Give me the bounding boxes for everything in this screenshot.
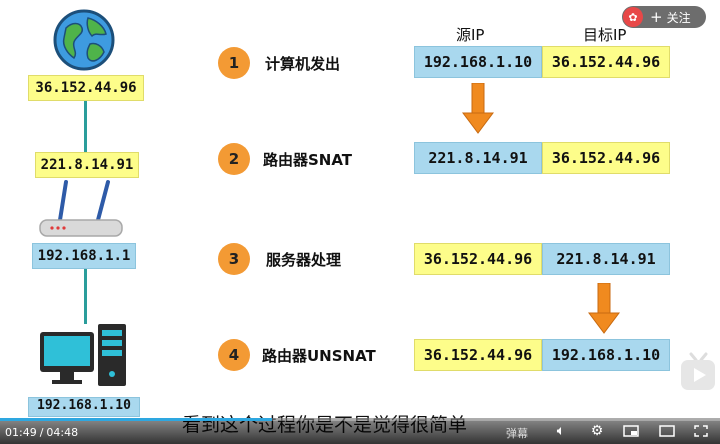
router-lan-ip-label: 192.168.1.1 — [32, 243, 136, 269]
router-wan-ip-label: 221.8.14.91 — [35, 152, 139, 178]
time-display: 01:49 / 04:48 — [5, 426, 78, 439]
header-src-ip: 源IP — [456, 26, 485, 44]
step-4-dst-ip: 192.168.1.10 — [542, 339, 670, 371]
current-time: 01:49 — [5, 426, 37, 439]
arrow-down-icon — [588, 283, 620, 334]
time-separator: / — [39, 426, 44, 439]
player-control-bar: 01:49 / 04:48 弹幕 🔈︎ ⚙︎ — [0, 418, 720, 444]
widescreen-icon[interactable] — [656, 420, 678, 442]
computer-icon — [40, 324, 126, 386]
step-2-src-ip: 221.8.14.91 — [414, 142, 542, 174]
step-3-number: 3 — [218, 243, 250, 275]
progress-fill — [0, 418, 273, 421]
step-1-src-ip: 192.168.1.10 — [414, 46, 542, 78]
step-3-src-ip: 36.152.44.96 — [414, 243, 542, 275]
follow-button[interactable]: ✿ + 关注 — [622, 6, 706, 28]
uploader-avatar[interactable]: ✿ — [623, 7, 643, 27]
step-2-number: 2 — [218, 143, 250, 175]
avatar-icon: ✿ — [628, 10, 638, 24]
step-4-src-ip: 36.152.44.96 — [414, 339, 542, 371]
settings-icon[interactable]: ⚙︎ — [586, 420, 608, 442]
link-globe-router — [84, 101, 87, 152]
header-dst-ip: 目标IP — [583, 26, 627, 44]
step-2-dst-ip: 36.152.44.96 — [542, 142, 670, 174]
follow-plus-icon: + — [650, 8, 663, 26]
globe-icon — [53, 9, 115, 71]
step-1-number: 1 — [218, 47, 250, 79]
follow-label: 关注 — [666, 10, 691, 25]
step-4-label: 路由器UNSNAT — [262, 347, 376, 365]
step-3-dst-ip: 221.8.14.91 — [542, 243, 670, 275]
step-2-label: 路由器SNAT — [263, 151, 353, 169]
router-icon — [39, 180, 123, 237]
pip-icon[interactable] — [620, 420, 642, 442]
globe-ip-label: 36.152.44.96 — [28, 75, 144, 101]
step-4-number: 4 — [218, 339, 250, 371]
danmaku-toggle[interactable]: 弹幕 — [506, 425, 528, 441]
step-1-dst-ip: 36.152.44.96 — [542, 46, 670, 78]
pc-ip-label: 192.168.1.10 — [28, 397, 140, 417]
step-3-label: 服务器处理 — [266, 251, 342, 269]
progress-track[interactable] — [0, 418, 720, 421]
tv-mascot-icon — [679, 350, 717, 392]
volume-icon[interactable]: 🔈︎ — [550, 420, 572, 442]
fullscreen-icon[interactable] — [690, 420, 712, 442]
step-1-label: 计算机发出 — [265, 55, 341, 73]
duration: 04:48 — [46, 426, 79, 439]
link-router-pc — [84, 269, 87, 324]
arrow-down-icon — [462, 83, 494, 134]
